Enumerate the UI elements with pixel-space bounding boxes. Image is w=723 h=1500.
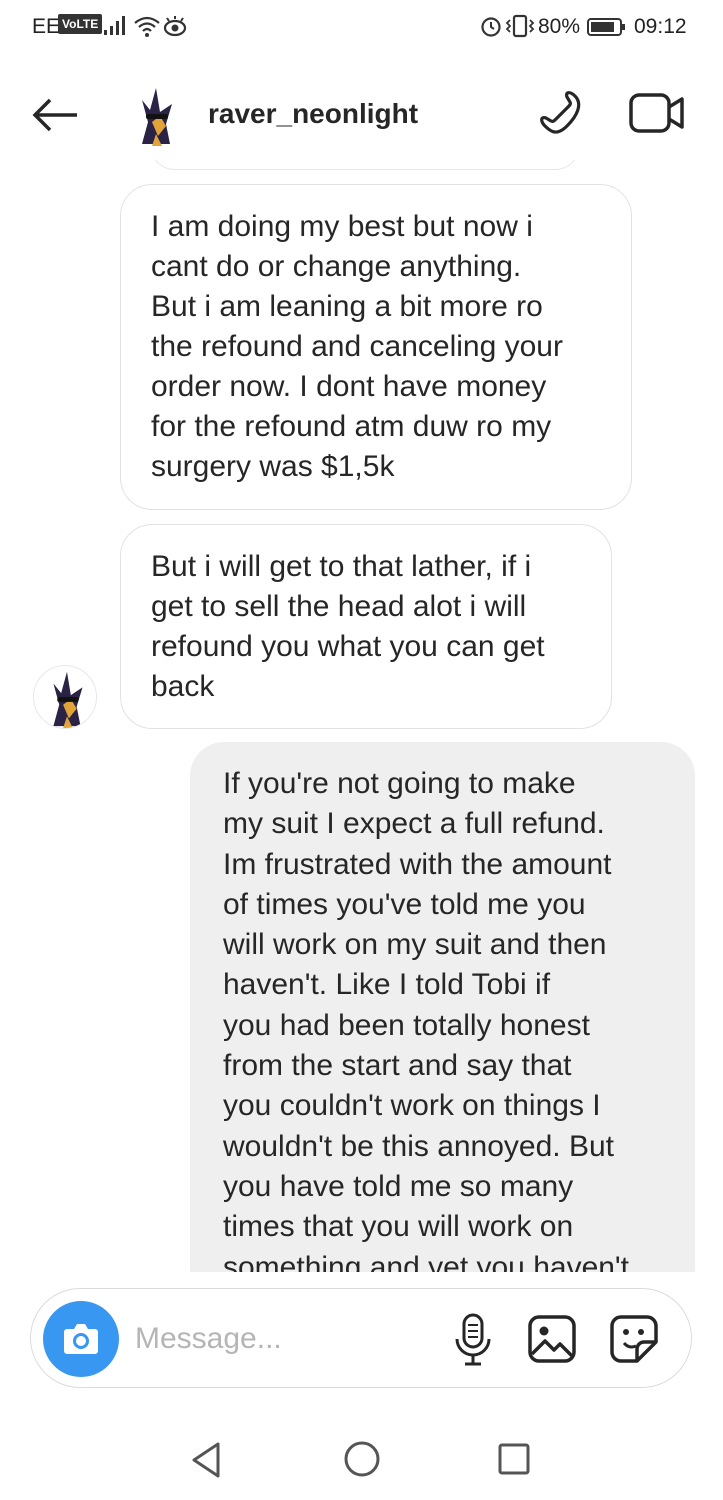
message-line: my suit I expect a full refund.: [223, 807, 605, 841]
message-line: But i am leaning a bit more ro: [151, 290, 543, 323]
message-line: back: [151, 670, 215, 703]
message-line: cant do or change anything.: [151, 250, 522, 283]
video-call-icon[interactable]: [628, 90, 686, 136]
message-line: I am doing my best but now i: [151, 210, 533, 243]
message-line: wouldn't be this annoyed. But: [223, 1129, 614, 1163]
volte-badge: VoLTE: [58, 14, 103, 34]
alarm-icon: [481, 17, 501, 37]
message-line: something and yet you haven't: [223, 1250, 629, 1272]
eye-comfort-icon: [163, 16, 187, 37]
phone-call-icon[interactable]: [534, 88, 584, 138]
battery-icon: [587, 18, 625, 36]
message-line: times that you will work on: [223, 1210, 574, 1244]
outgoing-message-bubble[interactable]: If you're not going to make my suit I ex…: [190, 742, 695, 1272]
avatar[interactable]: [122, 82, 188, 148]
message-line: will work on my suit and then: [223, 928, 607, 962]
message-line: of times you've told me you: [223, 887, 586, 921]
clock: 09:12: [634, 15, 687, 38]
microphone-icon[interactable]: [451, 1311, 495, 1369]
wifi-icon: [134, 16, 160, 37]
message-line: Im frustrated with the amount: [223, 847, 612, 881]
camera-icon: [64, 1324, 98, 1354]
vibrate-icon: [505, 14, 535, 38]
jackal-avatar-icon: [53, 671, 83, 728]
message-line: you couldn't work on things I: [223, 1089, 601, 1123]
gallery-icon[interactable]: [527, 1314, 577, 1364]
sender-avatar[interactable]: [33, 665, 97, 729]
status-bar: EE VoLTE 80% 09:12: [0, 0, 723, 56]
message-line: But i will get to that lather, if i: [151, 550, 532, 583]
message-line: refound you what you can get: [151, 630, 545, 663]
previous-message-bubble: [150, 160, 580, 170]
message-line: surgery was $1,5k: [151, 450, 395, 483]
chat-username[interactable]: raver_neonlight: [208, 98, 418, 130]
message-line: order now. I dont have money: [151, 370, 547, 403]
message-line: get to sell the head alot i will: [151, 590, 527, 623]
jackal-avatar-icon: [142, 88, 172, 146]
back-arrow-icon[interactable]: [30, 95, 80, 135]
camera-button[interactable]: [43, 1301, 119, 1377]
message-line: from the start and say that: [223, 1049, 572, 1083]
incoming-message-bubble[interactable]: But i will get to that lather, if i get …: [120, 524, 612, 729]
signal-icon: [104, 16, 125, 35]
message-line: the refound and canceling your: [151, 330, 563, 363]
carrier-label: EE: [32, 15, 61, 38]
system-nav-bar: [0, 1410, 723, 1500]
nav-back-icon[interactable]: [188, 1440, 224, 1480]
message-line: you had been totally honest: [223, 1008, 590, 1042]
message-line: you have told me so many: [223, 1169, 574, 1203]
chat-header: raver_neonlight: [0, 70, 723, 160]
message-line: If you're not going to make: [223, 767, 576, 800]
battery-percent: 80%: [538, 15, 581, 38]
message-input[interactable]: [135, 1317, 435, 1361]
nav-home-icon[interactable]: [343, 1440, 381, 1478]
nav-recents-icon[interactable]: [497, 1442, 531, 1476]
message-thread[interactable]: I am doing my best but now i cant do or …: [0, 160, 723, 1272]
sticker-icon[interactable]: [609, 1314, 659, 1364]
message-line: for the refound atm duw ro my: [151, 410, 552, 443]
incoming-message-bubble[interactable]: I am doing my best but now i cant do or …: [120, 184, 632, 510]
message-line: haven't. Like I told Tobi if: [223, 968, 551, 1002]
message-composer: [30, 1288, 692, 1388]
